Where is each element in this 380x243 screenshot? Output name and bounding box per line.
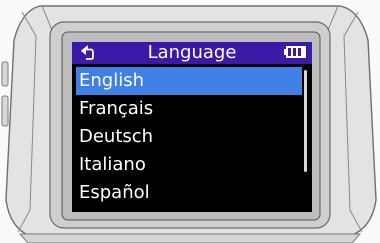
page-title: Language [147, 42, 237, 63]
language-label: Français [79, 98, 154, 119]
lcd-screen: Language English Français Deutsch Italia… [72, 42, 312, 212]
language-label: English [79, 70, 144, 91]
language-item-italiano[interactable]: Italiano [76, 151, 302, 179]
battery-icon [284, 46, 306, 58]
screen-header: Language [72, 42, 312, 64]
language-label: Español [79, 182, 150, 203]
language-item-deutsch[interactable]: Deutsch [76, 123, 302, 151]
language-item-espanol[interactable]: Español [76, 179, 302, 207]
language-list: English Français Deutsch Italiano Españo… [76, 67, 302, 207]
language-item-english[interactable]: English [76, 67, 302, 95]
language-label: Italiano [79, 154, 146, 175]
language-item-francais[interactable]: Français [76, 95, 302, 123]
language-label: Deutsch [79, 126, 154, 147]
scrollbar[interactable] [304, 70, 307, 172]
